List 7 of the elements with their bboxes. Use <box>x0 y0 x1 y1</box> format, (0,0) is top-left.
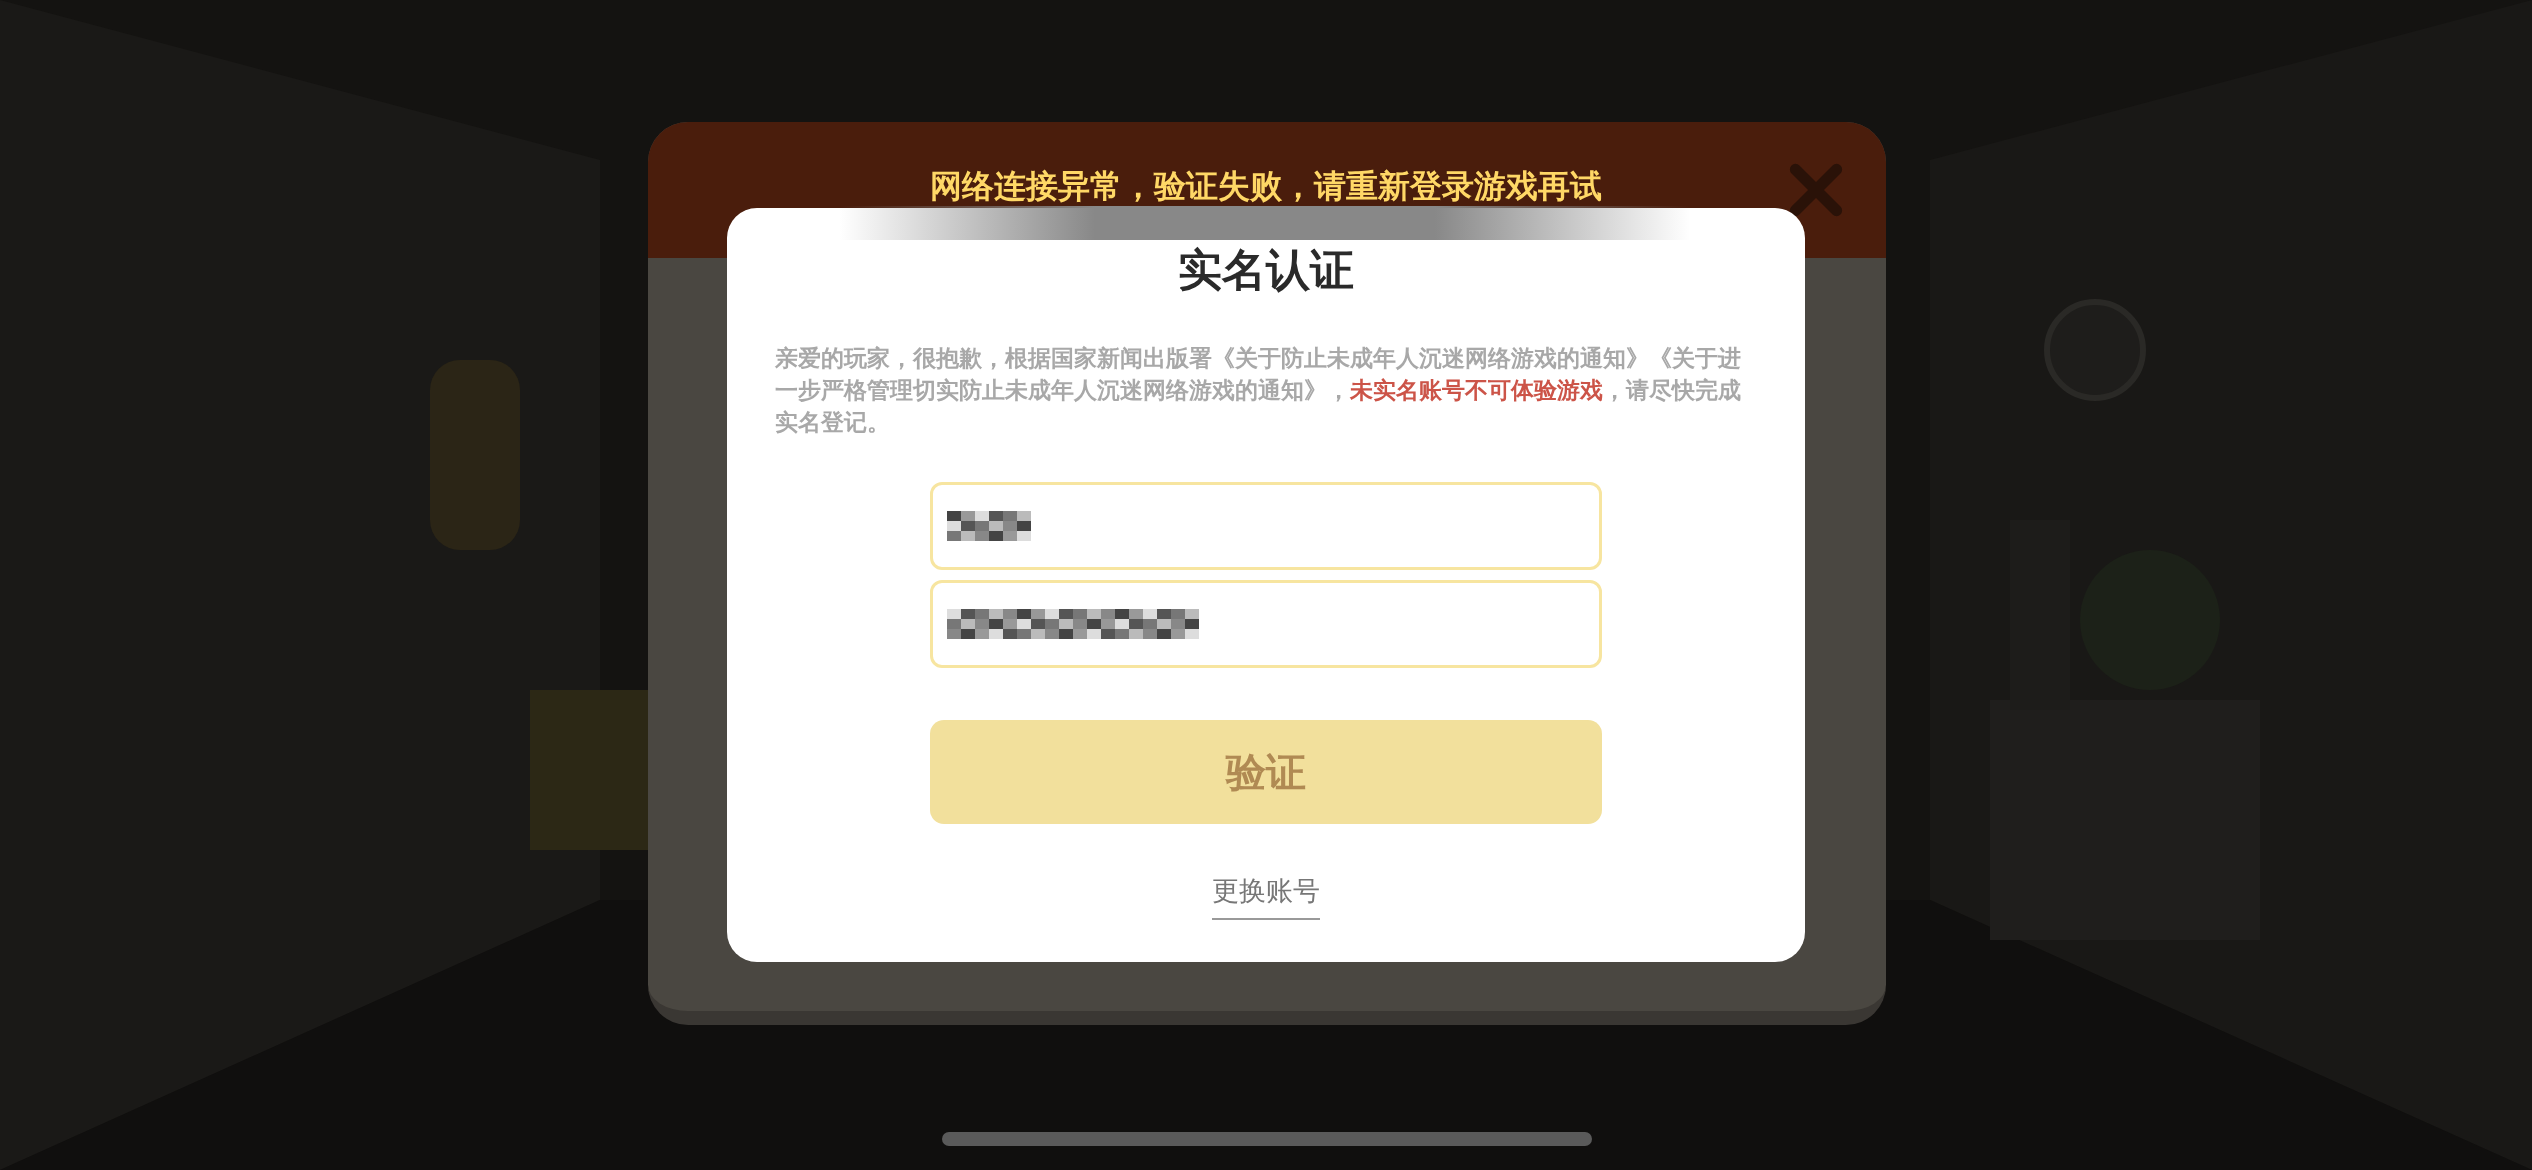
error-message: 网络连接异常，验证失败，请重新登录游戏再试 <box>929 166 1603 207</box>
input-field[interactable] <box>930 580 1602 668</box>
notice-text: 亲爱的玩家，很抱歉，根据国家新闻出版署《关于防止未成年人沉迷网络游戏的通知》《关于进一步严格管理切实防止未成年人沉迷网络游戏的通知》，未实名账号不可体验游戏，请尽快完成实名登记。 <box>775 344 1742 437</box>
verify-button[interactable]: 验证 <box>930 720 1602 824</box>
input-field[interactable] <box>930 482 1602 570</box>
switch-account-link[interactable]: 更换账号 <box>1212 874 1320 920</box>
dialog-title: 实名认证 <box>1178 243 1354 297</box>
